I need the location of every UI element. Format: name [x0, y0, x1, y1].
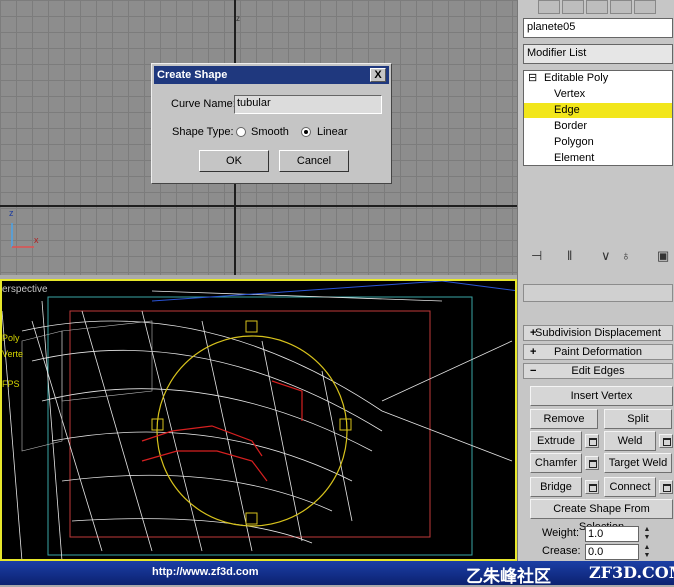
- extrude-settings-button[interactable]: [585, 434, 599, 448]
- dialog-titlebar[interactable]: Create Shape X: [154, 66, 389, 84]
- axis-x-label: x: [34, 235, 39, 245]
- rollout-edit-edges[interactable]: − Edit Edges: [523, 363, 673, 379]
- bridge-button[interactable]: Bridge: [530, 477, 582, 497]
- remove-modifier-icon[interactable]: ♁: [621, 248, 631, 263]
- remove-button[interactable]: Remove: [530, 409, 598, 429]
- modifier-list-dropdown[interactable]: Modifier List: [523, 44, 673, 64]
- rollout-paint-deformation[interactable]: + Paint Deformation: [523, 344, 673, 360]
- make-unique-icon[interactable]: ∨: [601, 248, 611, 264]
- stack-item-vertex[interactable]: Vertex: [524, 87, 672, 102]
- panel-tab-hierarchy[interactable]: [562, 0, 584, 14]
- footer-site: ZF3D.COM: [589, 563, 674, 582]
- smooth-label[interactable]: Smooth: [251, 126, 289, 138]
- weight-spinner-arrows-icon[interactable]: ▲ ▼: [642, 526, 652, 542]
- stat-poly: Poly: [2, 333, 20, 343]
- connect-settings-button[interactable]: [659, 480, 673, 494]
- chamfer-button[interactable]: Chamfer: [530, 453, 582, 473]
- stack-item-editable-poly[interactable]: Editable Poly: [524, 71, 672, 86]
- crease-spinner-arrows-icon[interactable]: ▲ ▼: [642, 544, 652, 560]
- grid-axis-horizontal: [0, 205, 517, 207]
- perspective-viewport[interactable]: erspective Poly Verte FPS: [0, 279, 517, 561]
- rollout-subdivision-displacement[interactable]: + Subdivision Displacement: [523, 325, 673, 341]
- chamfer-settings-button[interactable]: [585, 456, 599, 470]
- pin-stack-icon[interactable]: ⊣: [531, 248, 542, 264]
- stat-fps: FPS: [2, 379, 20, 389]
- cancel-button[interactable]: Cancel: [279, 150, 349, 172]
- wireframe-mesh: [2, 281, 515, 559]
- ok-button[interactable]: OK: [199, 150, 269, 172]
- panel-tab-modify[interactable]: [538, 0, 560, 14]
- create-shape-dialog: Create Shape X Curve Name: tubular Shape…: [151, 63, 392, 184]
- show-end-result-icon[interactable]: ‖: [567, 248, 572, 263]
- weight-spinner[interactable]: 1.0: [585, 526, 639, 542]
- footer-brand: 乙朱峰社区: [466, 567, 551, 586]
- bridge-settings-button[interactable]: [585, 480, 599, 494]
- stat-verts: Verte: [2, 349, 24, 359]
- extrude-button[interactable]: Extrude: [530, 431, 582, 451]
- center-axis-label: z: [236, 14, 240, 23]
- curve-name-input[interactable]: tubular: [234, 95, 382, 114]
- panel-tab-display[interactable]: [610, 0, 632, 14]
- insert-vertex-button[interactable]: Insert Vertex: [530, 386, 673, 406]
- footer-banner: http://www.zf3d.com 乙朱峰社区 ZF3D.COM: [0, 561, 674, 586]
- weld-settings-button[interactable]: [659, 434, 673, 448]
- stack-toolbar: ⊣ ‖ ∨ ♁ ▣: [523, 248, 673, 268]
- stack-item-polygon[interactable]: Polygon: [524, 135, 672, 150]
- crease-label: Crease:: [542, 545, 581, 557]
- create-shape-from-selection-button[interactable]: Create Shape From Selection: [530, 499, 673, 533]
- axis-z-label: z: [9, 208, 14, 218]
- curve-name-label: Curve Name:: [171, 98, 236, 110]
- smooth-radio[interactable]: [236, 127, 246, 137]
- stack-item-border[interactable]: Border: [524, 119, 672, 134]
- rollout-collapsed[interactable]: [523, 284, 673, 302]
- close-button[interactable]: X: [370, 68, 386, 82]
- linear-label[interactable]: Linear: [317, 126, 348, 138]
- modifier-list-label: Modifier List: [527, 47, 587, 59]
- weight-label: Weight:: [542, 527, 580, 539]
- footer-url[interactable]: http://www.zf3d.com: [152, 566, 259, 578]
- stack-item-edge[interactable]: Edge: [524, 103, 672, 118]
- split-button[interactable]: Split: [604, 409, 672, 429]
- panel-tab-motion[interactable]: [586, 0, 608, 14]
- dialog-title: Create Shape: [157, 69, 228, 81]
- weld-button[interactable]: Weld: [604, 431, 656, 451]
- viewport-label[interactable]: erspective: [2, 284, 48, 295]
- configure-sets-icon[interactable]: ▣: [657, 248, 669, 264]
- object-name-field[interactable]: planete05: [523, 18, 673, 38]
- connect-button[interactable]: Connect: [604, 477, 656, 497]
- modifier-stack[interactable]: ⊟ Editable Poly Vertex Edge Border Polyg…: [523, 70, 673, 166]
- linear-radio[interactable]: [301, 127, 311, 137]
- axis-gizmo-icon: [11, 223, 34, 248]
- crease-spinner[interactable]: 0.0: [585, 544, 639, 560]
- shape-type-label: Shape Type:: [172, 126, 234, 138]
- target-weld-button[interactable]: Target Weld: [604, 453, 672, 473]
- stack-item-element[interactable]: Element: [524, 151, 672, 166]
- panel-tab-utilities[interactable]: [634, 0, 656, 14]
- command-panel: planete05 Modifier List ⊟ Editable Poly …: [517, 0, 674, 561]
